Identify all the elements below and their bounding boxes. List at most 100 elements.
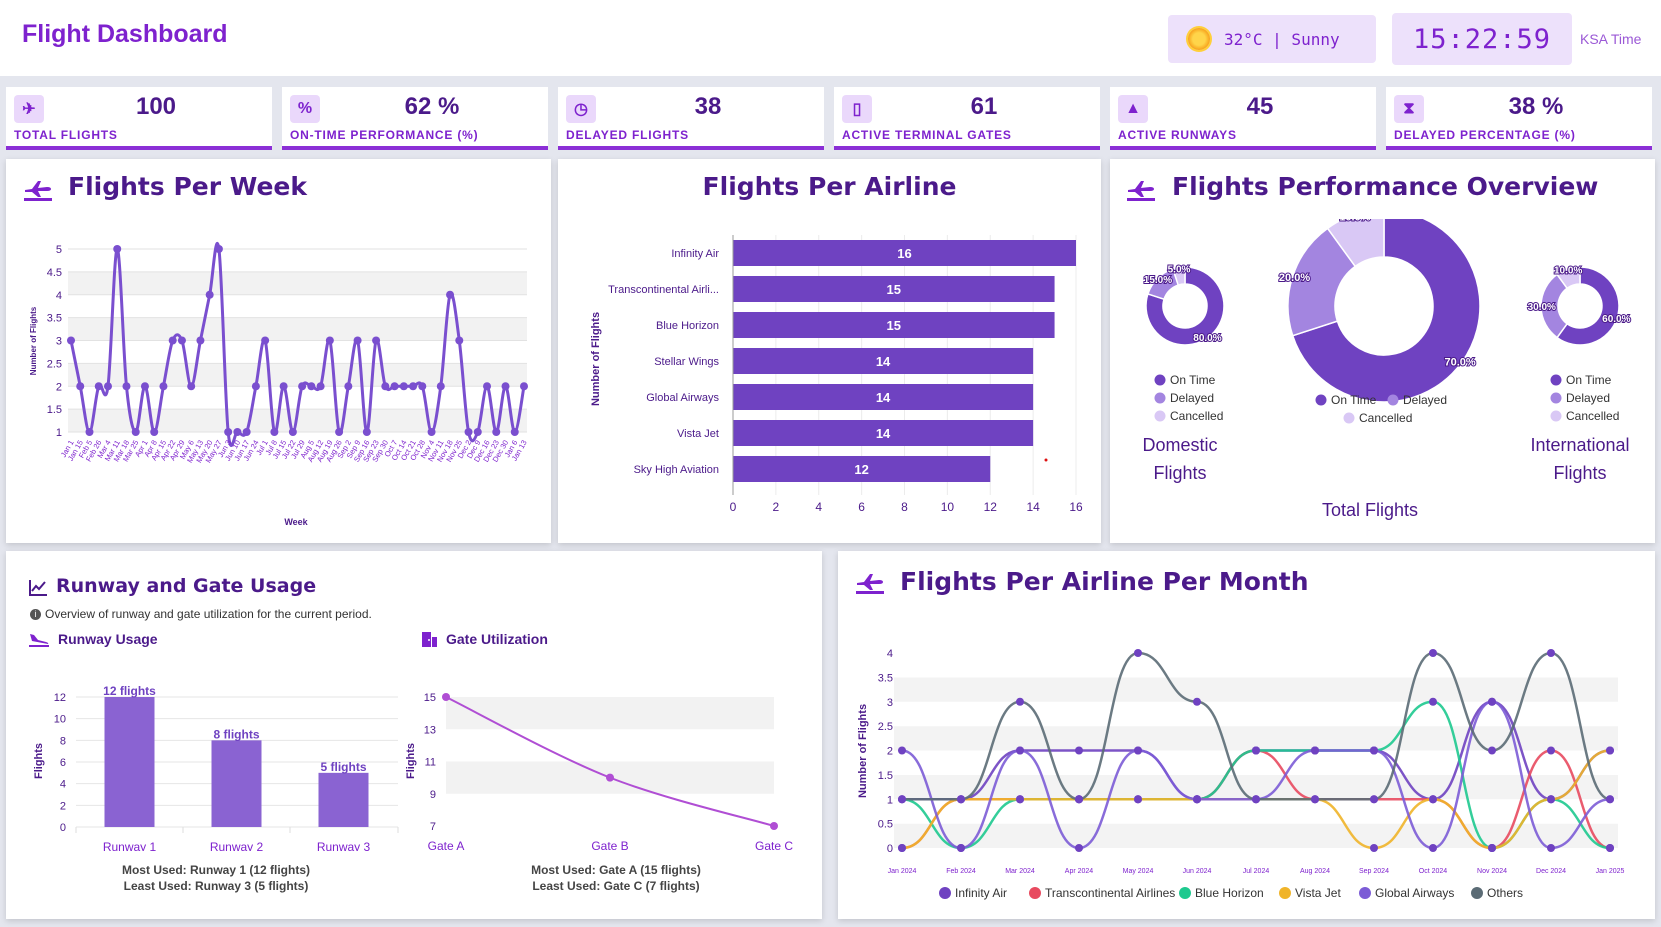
data-point	[103, 382, 112, 391]
y-tick-label: 5	[56, 244, 62, 256]
plane-icon	[856, 574, 884, 594]
data-point	[205, 290, 214, 299]
y-tick-label: Transcontinental Airli...	[608, 284, 719, 296]
x-tick-label: Gate B	[591, 839, 628, 851]
legend-swatch	[1154, 410, 1166, 422]
runway-least-used: Least Used: Runway 3 (5 flights)	[123, 879, 309, 893]
y-axis-label: Number of Flights	[29, 306, 38, 375]
data-point	[473, 428, 482, 436]
legend-label: On Time	[1170, 373, 1216, 387]
x-tick-label: Nov 2024	[1477, 868, 1507, 875]
data-point	[1370, 795, 1378, 804]
legend-label: Cancelled	[1359, 411, 1412, 425]
kpi-runways: ▲ 45 ACTIVE RUNWAYS	[1110, 87, 1376, 150]
gate-most-used: Most Used: Gate A (15 flights)	[531, 863, 701, 877]
gate-door-icon	[422, 632, 437, 647]
legend-swatch	[1471, 887, 1483, 899]
data-point	[233, 428, 242, 436]
legend-label: Cancelled	[1170, 409, 1223, 423]
legend-label: Global Airways	[1375, 886, 1454, 900]
legend-swatch	[1359, 887, 1371, 899]
data-point	[344, 382, 353, 391]
kpi-value: 45	[1246, 93, 1274, 120]
y-tick-label: 1.5	[878, 770, 893, 782]
y-tick-label: 11	[425, 757, 436, 769]
plane-icon	[24, 181, 52, 201]
data-point	[307, 382, 316, 391]
bar-value-label: 8 flights	[213, 727, 259, 741]
slice-value-label: 60.0%	[1602, 314, 1630, 325]
data-point	[399, 382, 408, 391]
data-point	[1193, 795, 1201, 804]
y-tick-label: 8	[60, 735, 66, 747]
legend-label: Delayed	[1170, 391, 1214, 405]
data-point	[483, 382, 492, 391]
x-tick-label: Oct 2024	[1419, 868, 1448, 875]
legend-swatch	[1550, 410, 1562, 422]
bar-value-label: 14	[876, 390, 891, 405]
x-tick-label: Jan 2025	[1596, 868, 1625, 875]
y-tick-label: 9	[430, 789, 436, 801]
card-flights-per-airline: Flights Per Airline 0 2 4 6 8 10 12 14 16 16 Infin…	[558, 159, 1101, 543]
y-tick-label: 3.5	[47, 313, 62, 325]
y-tick-label: 1.5	[47, 404, 62, 416]
data-point	[418, 382, 427, 391]
card-flights-per-week: Flights Per Week 1 1.5 2 2.5 3 3.5 4 4.5 5 Jan 1J…	[6, 159, 551, 543]
kpi-value: 38 %	[1508, 93, 1564, 120]
bar	[211, 740, 262, 827]
x-tick-label: Dec 2024	[1536, 868, 1566, 875]
y-tick-label: 4	[60, 779, 66, 791]
data-point	[381, 382, 390, 391]
data-point	[1488, 746, 1496, 755]
y-axis-label: Flights	[406, 743, 417, 779]
legend-swatch	[1550, 374, 1562, 386]
data-point	[67, 336, 75, 345]
slice-value-label: 5.0%	[1168, 264, 1191, 275]
data-point	[261, 336, 270, 345]
kpi-value: 62 %	[404, 93, 460, 120]
kpi-total-flights: ✈ 100 TOTAL FLIGHTS	[6, 87, 272, 150]
x-tick-label: Jan 2024	[888, 868, 917, 875]
data-point	[1547, 795, 1555, 804]
y-axis-label: Number of Flights	[590, 312, 602, 406]
data-point	[316, 382, 325, 391]
data-point	[1606, 746, 1614, 755]
data-point	[520, 382, 528, 391]
kpi-on-time: % 62 % ON-TIME PERFORMANCE (%)	[282, 87, 548, 150]
runway-usage-title: Runway Usage	[58, 631, 158, 647]
weather-text: 32°C | Sunny	[1224, 29, 1340, 49]
data-point	[957, 844, 965, 852]
data-point	[510, 428, 519, 436]
data-point	[1134, 649, 1142, 657]
x-tick-label: 12	[984, 500, 998, 514]
data-point	[1134, 746, 1142, 755]
x-tick-label: 0	[730, 500, 737, 514]
data-point	[159, 382, 168, 391]
bar-value-label: 16	[897, 246, 911, 261]
data-point	[113, 245, 122, 253]
legend-swatch	[1550, 392, 1562, 404]
legend-swatch	[1315, 394, 1327, 406]
slice-value-label: 80.0%	[1193, 333, 1221, 344]
flights-per-week-chart: 11.522.533.544.55Jan 1Jan 15Feb 5Feb 26M…	[29, 242, 529, 527]
data-point	[168, 336, 177, 345]
y-tick-label: 2	[60, 800, 66, 812]
data-point	[1606, 795, 1614, 804]
gate-utilization-title: Gate Utilization	[446, 631, 548, 647]
x-tick-label: Mar 2024	[1005, 868, 1035, 875]
x-tick-label: 14	[1026, 500, 1040, 514]
data-point	[1429, 697, 1437, 706]
data-point	[1193, 697, 1201, 706]
kpi-label: DELAYED PERCENTAGE (%)	[1394, 128, 1576, 142]
runway-subtitle-text: Overview of runway and gate utilization …	[45, 607, 372, 621]
domestic-caption: Domestic Flights	[1120, 431, 1240, 487]
slice-value-label: 30.0%	[1528, 302, 1556, 313]
bar-value-label: 15	[887, 318, 901, 333]
data-point	[177, 336, 186, 345]
kpi-delayed-pct: ⧗ 38 % DELAYED PERCENTAGE (%)	[1386, 87, 1652, 150]
y-tick-label: 0	[60, 822, 66, 834]
flights-per-airline-chart: 0 2 4 6 8 10 12 14 16 16 Infinity Air 15 Transcontin…	[590, 235, 1083, 514]
runway-most-used: Most Used: Runway 1 (12 flights)	[121, 863, 311, 877]
grid-band	[894, 823, 1618, 848]
legend-label: Others	[1487, 886, 1523, 900]
